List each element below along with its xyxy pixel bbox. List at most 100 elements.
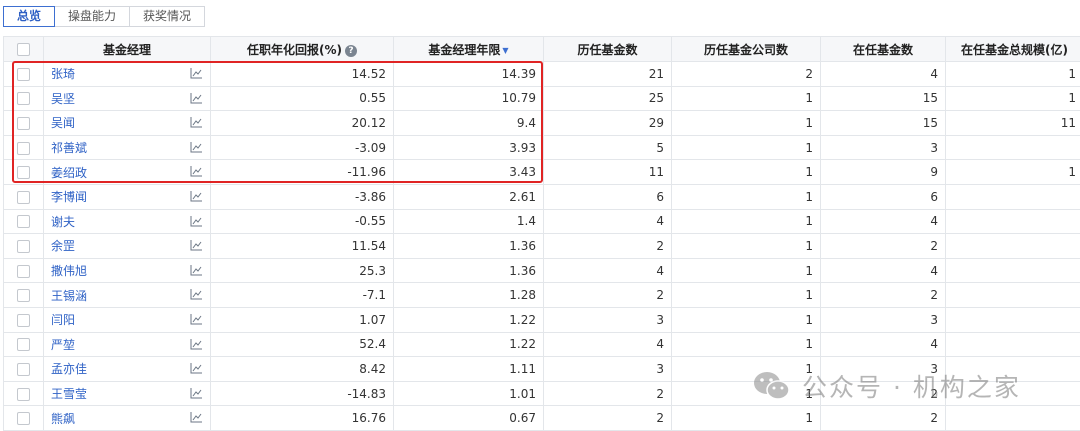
row-checkbox[interactable] xyxy=(17,116,30,130)
manager-name-cell[interactable]: 熊飙 xyxy=(43,405,211,431)
row-checkbox[interactable] xyxy=(17,362,30,376)
row-select-cell[interactable] xyxy=(3,257,44,284)
table-row[interactable]: 撒伟旭 25.3 1.36 4 1 4 xyxy=(3,257,1080,284)
select-all-cell[interactable] xyxy=(3,36,44,62)
table-row[interactable]: 姜绍政 -11.96 3.43 11 1 9 1 xyxy=(3,159,1080,185)
manager-name-link[interactable]: 王雪莹 xyxy=(51,387,87,401)
table-row[interactable]: 吴坚 0.55 10.79 25 1 15 1 xyxy=(3,85,1080,112)
table-row[interactable]: 祁善斌 -3.09 3.93 5 1 3 xyxy=(3,134,1080,161)
manager-name-cell[interactable]: 谢夫 xyxy=(43,208,211,235)
manager-name-link[interactable]: 吴坚 xyxy=(51,92,75,106)
manager-name-link[interactable]: 吴闻 xyxy=(51,116,75,130)
manager-name-cell[interactable]: 闫阳 xyxy=(43,306,211,333)
manager-name-link[interactable]: 李博闻 xyxy=(51,190,87,204)
row-checkbox[interactable] xyxy=(17,215,30,229)
header-hist-companies[interactable]: 历任基金公司数 xyxy=(671,36,821,62)
manager-name-cell[interactable]: 吴坚 xyxy=(43,85,211,112)
table-row[interactable]: 严堃 52.4 1.22 4 1 4 xyxy=(3,331,1080,358)
header-years[interactable]: 基金经理年限 ▼ xyxy=(393,36,544,62)
row-select-cell[interactable] xyxy=(3,233,44,259)
trend-chart-icon[interactable] xyxy=(190,289,202,300)
header-hist-funds[interactable]: 历任基金数 xyxy=(543,36,672,62)
trend-chart-icon[interactable] xyxy=(190,240,202,251)
manager-name-link[interactable]: 祁善斌 xyxy=(51,141,87,155)
row-checkbox[interactable] xyxy=(17,313,30,327)
row-select-cell[interactable] xyxy=(3,380,44,407)
manager-name-link[interactable]: 王锡涵 xyxy=(51,289,87,303)
trend-chart-icon[interactable] xyxy=(190,387,202,399)
row-checkbox[interactable] xyxy=(17,289,30,303)
trend-chart-icon[interactable] xyxy=(190,313,202,325)
sort-desc-icon[interactable]: ▼ xyxy=(502,46,508,55)
trend-chart-icon[interactable] xyxy=(190,215,202,227)
manager-name-cell[interactable]: 李博闻 xyxy=(43,183,211,210)
manager-name-link[interactable]: 谢夫 xyxy=(51,215,75,229)
row-select-cell[interactable] xyxy=(3,331,44,358)
row-select-cell[interactable] xyxy=(3,85,44,112)
tab-awards[interactable]: 获奖情况 xyxy=(129,6,206,27)
table-row[interactable]: 张琦 14.52 14.39 21 2 4 1 xyxy=(3,61,1080,87)
manager-name-link[interactable]: 张琦 xyxy=(51,67,75,81)
header-current-funds[interactable]: 在任基金数 xyxy=(820,36,946,62)
table-row[interactable]: 熊飙 16.76 0.67 2 1 2 xyxy=(3,405,1080,431)
header-total-scale[interactable]: 在任基金总规模(亿) xyxy=(945,36,1080,62)
row-checkbox[interactable] xyxy=(17,338,30,352)
row-select-cell[interactable] xyxy=(3,306,44,333)
manager-name-cell[interactable]: 撒伟旭 xyxy=(43,257,211,284)
trend-chart-icon[interactable] xyxy=(190,141,202,153)
tab-overview[interactable]: 总览 xyxy=(3,6,56,27)
select-all-checkbox[interactable] xyxy=(17,43,30,56)
trend-chart-icon[interactable] xyxy=(190,264,202,276)
trend-chart-icon[interactable] xyxy=(190,92,202,104)
row-checkbox[interactable] xyxy=(17,239,30,253)
row-checkbox[interactable] xyxy=(17,141,30,155)
trend-chart-icon[interactable] xyxy=(190,166,202,177)
table-row[interactable]: 谢夫 -0.55 1.4 4 1 4 xyxy=(3,208,1080,235)
header-annual-return[interactable]: 任职年化回报(%)? xyxy=(210,36,394,62)
table-row[interactable]: 闫阳 1.07 1.22 3 1 3 xyxy=(3,306,1080,333)
row-select-cell[interactable] xyxy=(3,356,44,382)
row-select-cell[interactable] xyxy=(3,282,44,308)
trend-chart-icon[interactable] xyxy=(190,190,202,202)
manager-name-link[interactable]: 闫阳 xyxy=(51,313,75,327)
row-select-cell[interactable] xyxy=(3,183,44,210)
manager-name-link[interactable]: 严堃 xyxy=(51,338,75,352)
manager-name-cell[interactable]: 张琦 xyxy=(43,61,211,87)
manager-name-link[interactable]: 撒伟旭 xyxy=(51,264,87,278)
manager-name-cell[interactable]: 吴闻 xyxy=(43,110,211,136)
manager-name-link[interactable]: 余罡 xyxy=(51,239,75,253)
table-row[interactable]: 吴闻 20.12 9.4 29 1 15 11 xyxy=(3,110,1080,136)
row-checkbox[interactable] xyxy=(17,387,30,401)
manager-name-link[interactable]: 孟亦佳 xyxy=(51,362,87,376)
header-manager[interactable]: 基金经理 xyxy=(43,36,211,62)
row-select-cell[interactable] xyxy=(3,110,44,136)
row-select-cell[interactable] xyxy=(3,134,44,161)
manager-name-cell[interactable]: 严堃 xyxy=(43,331,211,358)
row-checkbox[interactable] xyxy=(17,166,30,180)
table-row[interactable]: 王锡涵 -7.1 1.28 2 1 2 xyxy=(3,282,1080,308)
trend-chart-icon[interactable] xyxy=(190,68,202,79)
manager-name-cell[interactable]: 姜绍政 xyxy=(43,159,211,185)
manager-name-cell[interactable]: 余罡 xyxy=(43,233,211,259)
row-select-cell[interactable] xyxy=(3,405,44,431)
row-checkbox[interactable] xyxy=(17,264,30,278)
row-select-cell[interactable] xyxy=(3,208,44,235)
trend-chart-icon[interactable] xyxy=(190,363,202,374)
row-checkbox[interactable] xyxy=(17,67,30,81)
table-row[interactable]: 余罡 11.54 1.36 2 1 2 xyxy=(3,233,1080,259)
trend-chart-icon[interactable] xyxy=(190,117,202,128)
table-row[interactable]: 李博闻 -3.86 2.61 6 1 6 xyxy=(3,183,1080,210)
row-select-cell[interactable] xyxy=(3,159,44,185)
manager-name-cell[interactable]: 祁善斌 xyxy=(43,134,211,161)
manager-name-cell[interactable]: 孟亦佳 xyxy=(43,356,211,382)
manager-name-link[interactable]: 姜绍政 xyxy=(51,166,87,180)
trend-chart-icon[interactable] xyxy=(190,338,202,350)
tab-trading-ability[interactable]: 操盘能力 xyxy=(54,6,131,27)
trend-chart-icon[interactable] xyxy=(190,412,202,423)
row-checkbox[interactable] xyxy=(17,412,30,426)
row-checkbox[interactable] xyxy=(17,190,30,204)
help-icon[interactable]: ? xyxy=(345,44,357,57)
manager-name-cell[interactable]: 王锡涵 xyxy=(43,282,211,308)
row-checkbox[interactable] xyxy=(17,92,30,106)
manager-name-link[interactable]: 熊飙 xyxy=(51,412,75,426)
